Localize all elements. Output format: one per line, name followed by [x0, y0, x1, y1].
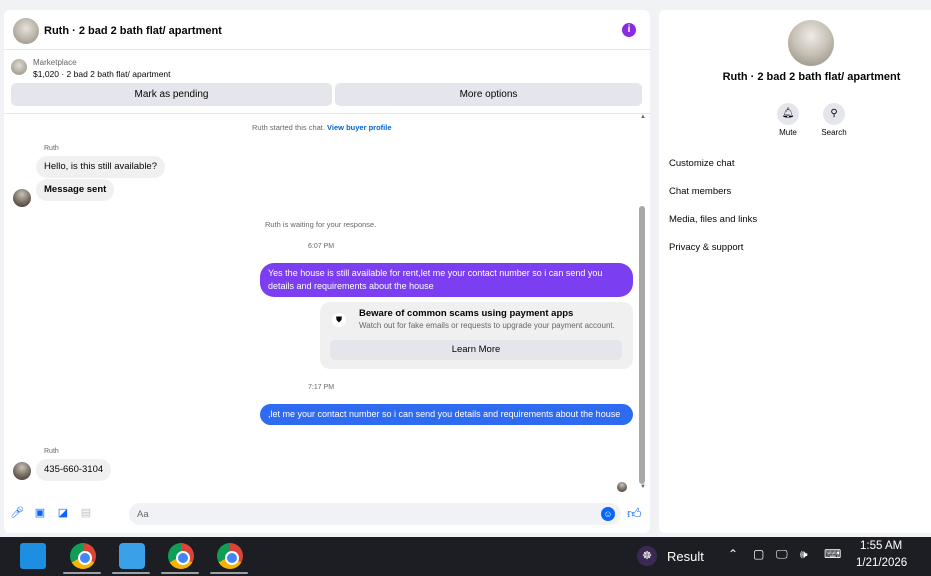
- camera-icon[interactable]: ▢: [753, 547, 764, 561]
- incoming-message[interactable]: 435-660-3104: [36, 459, 112, 481]
- message-input[interactable]: [129, 503, 621, 525]
- sender-name: Ruth: [44, 145, 59, 152]
- emoji-icon[interactable]: ☺: [601, 507, 615, 521]
- chat-panel: Ruth · 2 bad 2 bath flat/ apartment i Ma…: [4, 10, 650, 533]
- composer: 🎤︎ ▣ ◪ ▤ ☺ 👍︎: [4, 500, 650, 532]
- scroll-up-arrow[interactable]: ▲: [640, 114, 646, 120]
- info-title: Ruth · 2 bad 2 bath flat/ apartment: [722, 71, 901, 83]
- chat-header: Ruth · 2 bad 2 bath flat/ apartment i: [4, 10, 650, 50]
- listing-thumbnail: [11, 59, 27, 75]
- chrome-icon[interactable]: [168, 543, 194, 569]
- menu-media-files-links[interactable]: Media, files and links: [669, 214, 757, 225]
- scam-warning-title: Beware of common scams using payment app…: [359, 308, 574, 319]
- sticker-icon[interactable]: ◪: [56, 506, 70, 520]
- browser-icon[interactable]: [119, 543, 145, 569]
- microphone-icon[interactable]: 🎤︎: [10, 506, 24, 520]
- scam-warning-description: Watch out for fake emails or requests to…: [359, 321, 615, 330]
- chat-started-notice: Ruth started this chat. View buyer profi…: [252, 123, 392, 132]
- chrome-icon[interactable]: [217, 543, 243, 569]
- clock-time[interactable]: 1:55 AM: [860, 540, 902, 552]
- volume-icon[interactable]: 🕪︎: [800, 547, 808, 562]
- chat-title[interactable]: Ruth · 2 bad 2 bath flat/ apartment: [44, 25, 222, 37]
- photo-icon[interactable]: ▣: [33, 506, 47, 520]
- view-buyer-profile-link[interactable]: View buyer profile: [327, 123, 391, 132]
- outgoing-message[interactable]: ,let me your contact number so i can sen…: [260, 404, 633, 425]
- search-label: Search: [821, 128, 847, 137]
- scroll-down-arrow[interactable]: ▼: [640, 484, 646, 490]
- network-icon[interactable]: 🖵︎: [776, 547, 788, 562]
- conversation-info-panel: Ruth · 2 bad 2 bath flat/ apartment 🔔︎ M…: [659, 10, 931, 533]
- divider: [4, 113, 650, 114]
- sender-avatar[interactable]: [13, 462, 31, 480]
- search-icon: ⚲: [830, 108, 838, 119]
- clock-date[interactable]: 1/21/2026: [856, 557, 907, 569]
- timestamp: 7:17 PM: [308, 384, 335, 391]
- outgoing-message[interactable]: Yes the house is still available for ren…: [260, 263, 633, 297]
- chevron-up-icon[interactable]: ⌃: [728, 547, 738, 561]
- sender-avatar[interactable]: [13, 189, 31, 207]
- avatar[interactable]: [788, 20, 834, 66]
- read-receipt-avatar: [617, 482, 627, 492]
- gif-icon[interactable]: ▤: [79, 506, 93, 520]
- chrome-icon[interactable]: [70, 543, 96, 569]
- taskbar-active-indicator: [112, 572, 150, 574]
- learn-more-button[interactable]: Learn More: [330, 340, 622, 360]
- menu-customize-chat[interactable]: Customize chat: [669, 158, 734, 169]
- shield-icon: ⛊: [332, 313, 346, 327]
- mail-app-icon[interactable]: [20, 543, 46, 569]
- taskbar-active-indicator: [210, 572, 248, 574]
- menu-chat-members[interactable]: Chat members: [669, 186, 731, 197]
- menu-privacy-support[interactable]: Privacy & support: [669, 242, 743, 253]
- thumbs-up-icon[interactable]: 👍︎: [627, 505, 642, 522]
- result-app-icon[interactable]: ☸: [637, 546, 657, 566]
- mute-button[interactable]: 🔔︎: [777, 103, 799, 125]
- mark-pending-button[interactable]: Mark as pending: [11, 83, 332, 106]
- incoming-message[interactable]: Message sent: [36, 179, 115, 201]
- more-options-button[interactable]: More options: [335, 83, 642, 106]
- chat-started-text: Ruth started this chat.: [252, 123, 325, 132]
- scrollbar-thumb[interactable]: [639, 206, 645, 484]
- keyboard-icon[interactable]: ⌨: [824, 547, 841, 561]
- taskbar-active-indicator: [63, 572, 101, 574]
- sender-name: Ruth: [44, 448, 59, 455]
- listing-summary[interactable]: Marketplace $1,020 · 2 bad 2 bath flat/ …: [4, 56, 650, 82]
- taskbar-active-indicator: [161, 572, 199, 574]
- waiting-notice: Ruth is waiting for your response.: [265, 220, 377, 229]
- timestamp: 6:07 PM: [308, 243, 335, 250]
- listing-category: Marketplace: [33, 58, 77, 67]
- result-label[interactable]: Result: [667, 549, 704, 564]
- listing-title: $1,020 · 2 bad 2 bath flat/ apartment: [33, 69, 171, 79]
- scam-warning-card: ⛊ Beware of common scams using payment a…: [320, 302, 633, 369]
- info-icon[interactable]: i: [622, 23, 636, 37]
- search-button[interactable]: ⚲: [823, 103, 845, 125]
- avatar[interactable]: [13, 18, 39, 44]
- bell-icon: 🔔︎: [781, 108, 795, 119]
- taskbar: ☸ Result ⌃ ▢ 🖵︎ 🕪︎ ⌨ 1:55 AM 1/21/2026: [0, 537, 931, 576]
- mute-label: Mute: [779, 128, 797, 137]
- incoming-message[interactable]: Hello, is this still available?: [36, 156, 165, 178]
